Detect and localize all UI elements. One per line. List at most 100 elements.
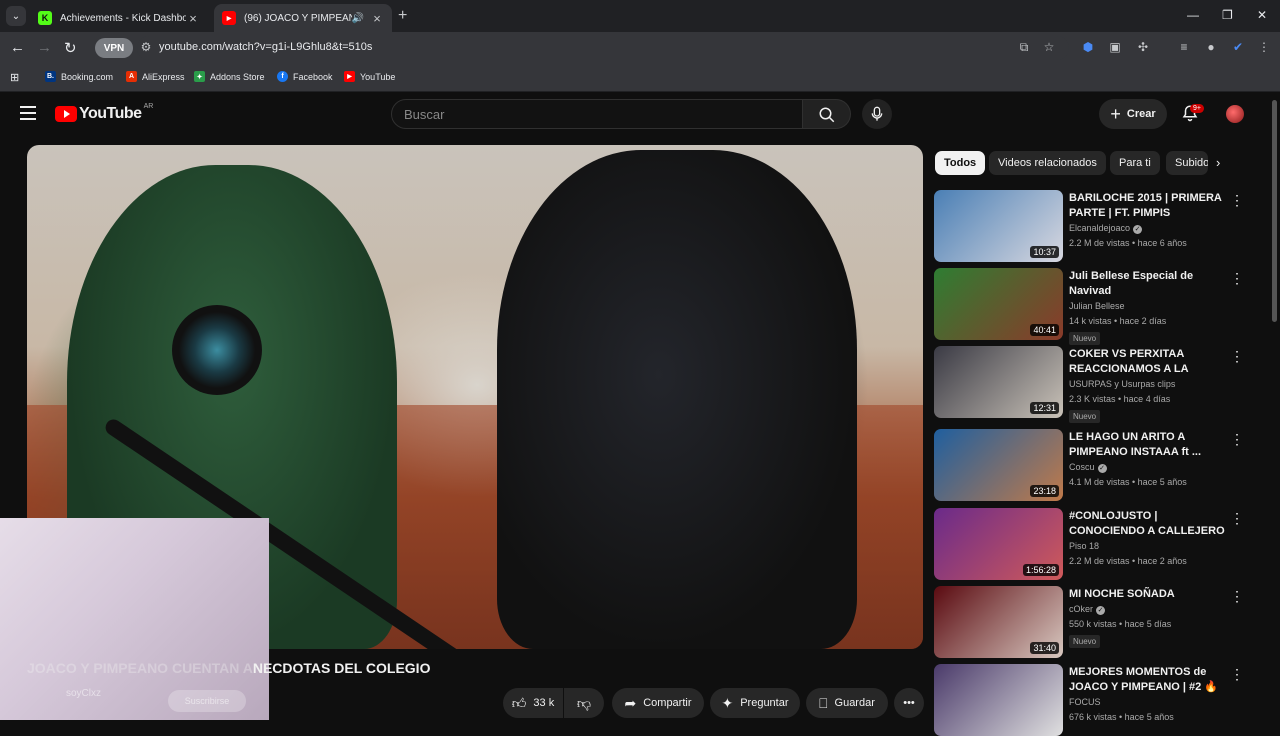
bookmark-aliexpress[interactable]: A AliExpress — [126, 71, 185, 82]
share-button[interactable]: ➦ Compartir — [612, 688, 704, 718]
search-button[interactable] — [803, 99, 851, 129]
more-options-icon[interactable]: ⋮ — [1230, 348, 1244, 365]
video-thumbnail[interactable]: 40:41 — [934, 268, 1063, 340]
extensions-puzzle-icon[interactable]: ✣ — [1135, 40, 1151, 56]
chip-videos-relacionados[interactable]: Videos relacionados — [989, 151, 1106, 175]
forward-icon[interactable]: → — [37, 39, 52, 56]
share-label: Compartir — [643, 697, 692, 709]
channel-name[interactable]: Julian Bellese — [1069, 301, 1125, 311]
close-icon[interactable]: × — [186, 11, 200, 26]
save-button[interactable]: ⎕ Guardar — [806, 688, 888, 718]
ask-button[interactable]: ✦ Preguntar — [710, 688, 800, 718]
bookmarks-bar: ⊞ B. Booking.com A AliExpress ✦ Addons S… — [0, 64, 1280, 92]
recommendation-item[interactable]: 10:37 BARILOCHE 2015 | PRIMERA PARTE | FT… — [934, 190, 1274, 262]
apps-grid-icon[interactable]: ⊞ — [10, 71, 19, 84]
video-thumbnail[interactable] — [934, 664, 1063, 736]
chip-para-ti[interactable]: Para ti — [1110, 151, 1160, 175]
video-thumbnail[interactable]: 10:37 — [934, 190, 1063, 262]
bookmark-booking[interactable]: B. Booking.com — [45, 71, 113, 82]
recommendation-title[interactable]: MI NOCHE SOÑADA — [1069, 587, 1229, 602]
more-options-icon[interactable]: ⋮ — [1230, 431, 1244, 448]
video-meta: 4.1 M de vistas • hace 5 años — [1069, 477, 1187, 487]
tab-youtube-video[interactable]: ▶ (96) JOACO Y PIMPEANO CUE 🔊 × — [214, 4, 392, 32]
verified-check-icon: ✓ — [1096, 606, 1106, 615]
scrollbar[interactable] — [1272, 100, 1277, 322]
hamburger-menu-icon[interactable] — [20, 106, 36, 120]
new-tab-button[interactable]: + — [398, 7, 407, 25]
channel-name[interactable]: Elcanaldejoaco ✓ — [1069, 223, 1143, 234]
video-thumbnail[interactable]: 31:40 — [934, 586, 1063, 658]
more-options-icon[interactable]: ⋮ — [1230, 510, 1244, 527]
url-text[interactable]: youtube.com/watch?v=g1i-L9Ghlu8&t=510s — [159, 41, 372, 53]
install-app-icon[interactable]: ⧉ — [1016, 40, 1032, 56]
booking-icon: B. — [45, 71, 56, 82]
create-button[interactable]: + Crear — [1099, 99, 1167, 129]
video-thumbnail[interactable]: 23:18 — [934, 429, 1063, 501]
duration-badge: 40:41 — [1030, 324, 1059, 336]
youtube-logo[interactable]: YouTube AR — [55, 103, 153, 123]
reload-icon[interactable]: ↻ — [64, 39, 77, 57]
tab-search-button[interactable]: ⌄ — [6, 6, 26, 26]
bookmark-addons-store[interactable]: ✦ Addons Store — [194, 71, 265, 82]
recommendation-item[interactable]: 23:18 LE HAGO UN ARITO A PIMPEANO INSTAAA… — [934, 429, 1274, 501]
profile-icon[interactable]: ● — [1203, 40, 1219, 56]
minimize-icon[interactable]: — — [1187, 8, 1199, 22]
chevron-right-icon[interactable]: › — [1216, 155, 1220, 170]
more-options-icon[interactable]: ⋮ — [1230, 588, 1244, 605]
channel-name-text: Coscu — [1069, 462, 1095, 472]
bookmark-star-icon[interactable]: ☆ — [1041, 40, 1057, 56]
like-count: 33 k — [533, 697, 555, 709]
chip-subidos[interactable]: Subidos — [1166, 151, 1208, 175]
site-info-icon[interactable]: ⚙ — [138, 40, 154, 56]
recommendation-title[interactable]: MEJORES MOMENTOS de JOACO Y PIMPEANO | #… — [1069, 665, 1229, 695]
more-options-icon[interactable]: ⋮ — [1230, 666, 1244, 683]
extension-video-icon[interactable]: ▣ — [1107, 40, 1123, 56]
recommendation-title[interactable]: Juli Bellese Especial de Navivad — [1069, 269, 1229, 299]
extension-shield-icon[interactable]: ⬢ — [1080, 40, 1096, 56]
recommendation-item[interactable]: 12:31 COKER VS PERXITAA REACCIONAMOS A LA… — [934, 346, 1274, 423]
recommendation-title[interactable]: BARILOCHE 2015 | PRIMERA PARTE | FT. PIM… — [1069, 191, 1229, 221]
video-thumbnail[interactable]: 1:56:28 — [934, 508, 1063, 580]
more-options-icon[interactable]: ⋮ — [1230, 192, 1244, 209]
vpn-badge[interactable]: VPN — [95, 38, 133, 58]
video-thumbnail[interactable]: 12:31 — [934, 346, 1063, 418]
bookmark-label: Addons Store — [210, 71, 265, 82]
voice-search-button[interactable] — [862, 99, 892, 129]
reading-list-icon[interactable]: ≡ — [1176, 40, 1192, 56]
bookmark-youtube[interactable]: ▶ YouTube — [344, 71, 395, 82]
speaker-icon[interactable]: 🔊 — [352, 13, 364, 24]
dislike-button[interactable]: 👎︎ — [564, 688, 604, 718]
like-button[interactable]: 👍︎ 33 k — [503, 688, 563, 718]
search-input[interactable] — [404, 107, 784, 122]
duration-badge: 1:56:28 — [1022, 564, 1059, 576]
recommendation-item[interactable]: 40:41 Juli Bellese Especial de Navivad Jul… — [934, 268, 1274, 345]
avatar[interactable] — [1226, 105, 1244, 123]
video-meta: 550 k vistas • hace 5 días — [1069, 619, 1172, 629]
recommendation-item[interactable]: 1:56:28 #CONLOJUSTO | CONOCIENDO A CALLEJ… — [934, 508, 1274, 580]
recommendation-item[interactable]: 31:40 MI NOCHE SOÑADA cOker ✓ 550 k vistas •… — [934, 586, 1274, 658]
close-icon[interactable]: × — [370, 11, 384, 26]
channel-name[interactable]: FOCUS — [1069, 697, 1101, 707]
close-window-icon[interactable]: ✕ — [1257, 8, 1267, 22]
sync-shield-icon[interactable]: ✔ — [1230, 40, 1246, 56]
browser-menu-icon[interactable]: ⋮ — [1256, 40, 1272, 56]
chip-todos[interactable]: Todos — [935, 151, 986, 175]
channel-name[interactable]: cOker ✓ — [1069, 604, 1106, 615]
channel-name[interactable]: Coscu ✓ — [1069, 462, 1107, 473]
more-actions-button[interactable]: ••• — [894, 688, 924, 718]
channel-name[interactable]: Piso 18 — [1069, 541, 1099, 551]
recommendation-item[interactable]: MEJORES MOMENTOS de JOACO Y PIMPEANO | #… — [934, 664, 1274, 736]
tab-kick-dashboard[interactable]: K Achievements - Kick Dashboard × — [30, 4, 208, 32]
channel-name-text: cOker — [1069, 604, 1094, 614]
bookmark-facebook[interactable]: f Facebook — [277, 71, 333, 82]
recommendation-title[interactable]: #CONLOJUSTO | CONOCIENDO A CALLEJERO FIN… — [1069, 509, 1229, 539]
recommendation-title[interactable]: LE HAGO UN ARITO A PIMPEANO INSTAAA ft .… — [1069, 430, 1229, 460]
more-options-icon[interactable]: ⋮ — [1230, 270, 1244, 287]
recommendation-title[interactable]: COKER VS PERXITAA REACCIONAMOS A LA PELE… — [1069, 347, 1229, 377]
channel-name[interactable]: USURPAS y Usurpas clips — [1069, 379, 1175, 389]
restore-icon[interactable]: ❐ — [1222, 8, 1233, 22]
back-icon[interactable]: ← — [10, 39, 25, 56]
thumbs-down-icon: 👎︎ — [576, 694, 592, 711]
bookmark-label: Facebook — [293, 71, 333, 82]
video-frame-person-right — [497, 150, 857, 649]
